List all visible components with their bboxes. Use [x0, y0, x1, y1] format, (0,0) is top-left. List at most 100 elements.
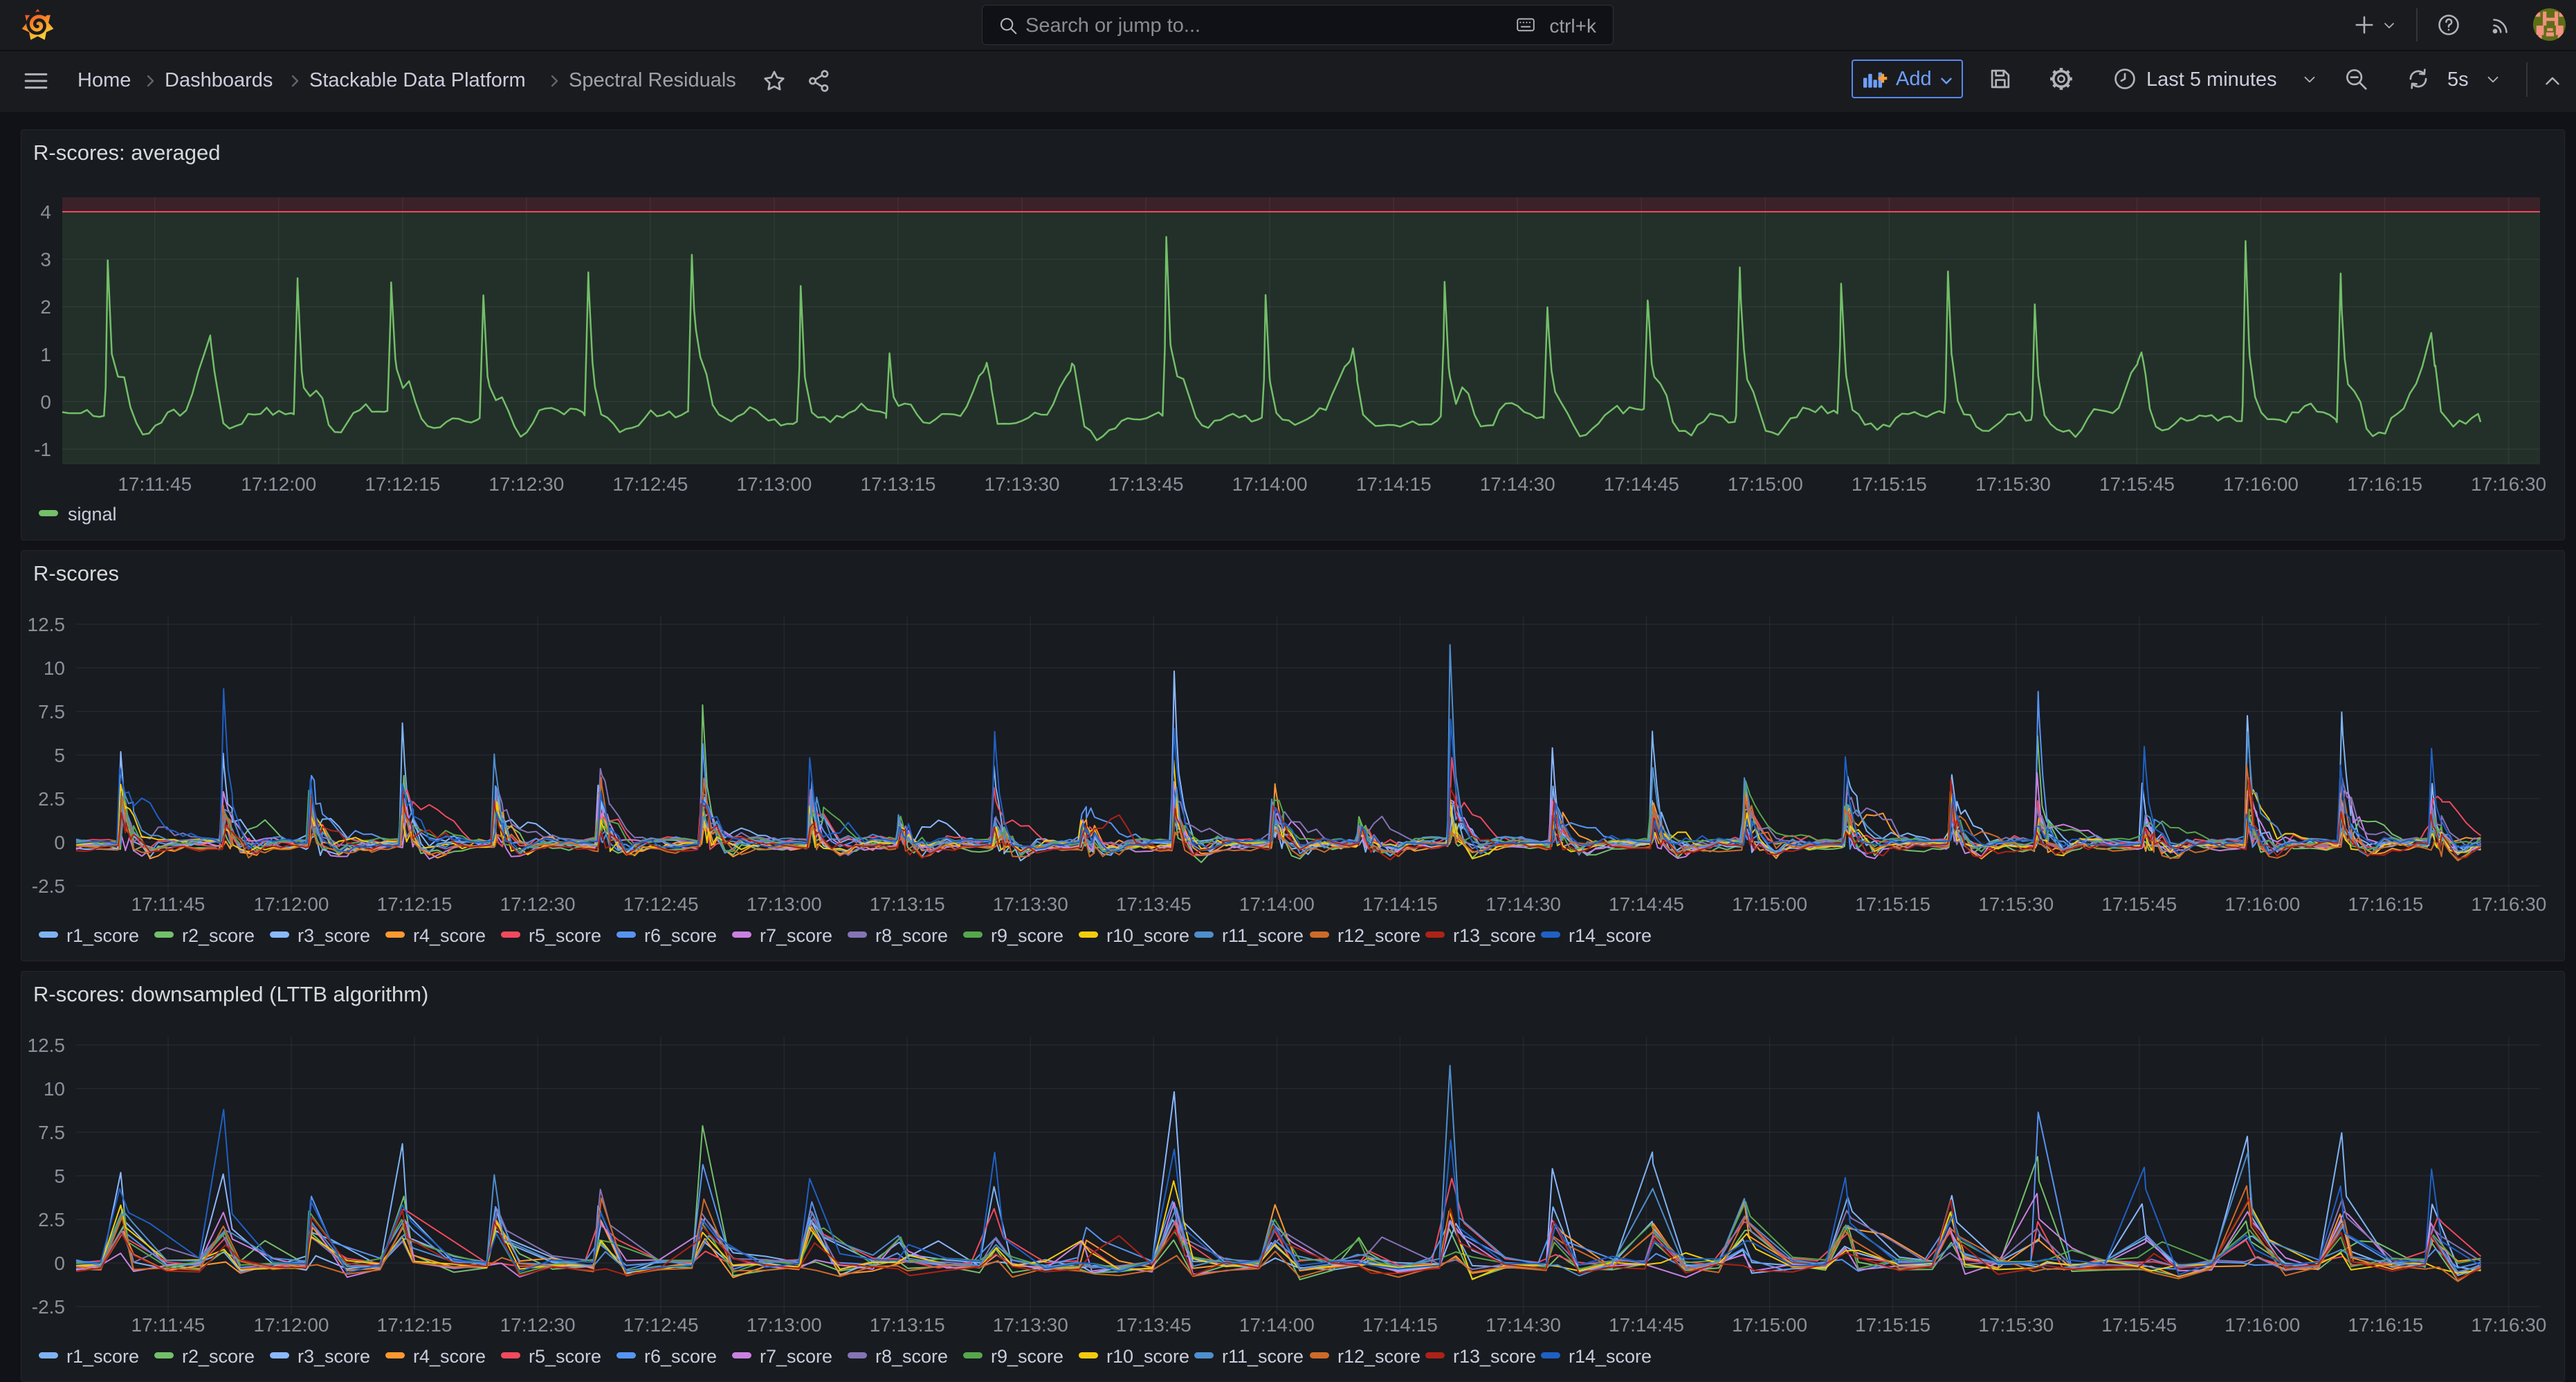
svg-text:r9_score: r9_score: [991, 1346, 1063, 1367]
svg-text:17:14:30: 17:14:30: [1486, 1314, 1561, 1336]
svg-text:5: 5: [54, 745, 65, 766]
svg-text:12.5: 12.5: [28, 1035, 66, 1056]
svg-text:17:15:00: 17:15:00: [1728, 473, 1803, 495]
svg-text:17:12:00: 17:12:00: [254, 1314, 329, 1336]
svg-text:17:13:00: 17:13:00: [736, 473, 812, 495]
svg-text:r11_score: r11_score: [1222, 1346, 1304, 1367]
svg-text:r14_score: r14_score: [1569, 925, 1652, 946]
svg-text:r13_score: r13_score: [1453, 1346, 1536, 1367]
svg-text:R-scores: averaged: R-scores: averaged: [33, 140, 221, 165]
svg-text:r5_score: r5_score: [529, 925, 601, 946]
svg-text:17:14:00: 17:14:00: [1232, 473, 1308, 495]
svg-text:10: 10: [44, 1078, 65, 1100]
svg-text:17:16:30: 17:16:30: [2471, 473, 2546, 495]
svg-text:17:14:30: 17:14:30: [1480, 473, 1555, 495]
svg-text:17:15:45: 17:15:45: [2101, 1314, 2177, 1336]
svg-text:r3_score: r3_score: [298, 925, 370, 946]
svg-text:R-scores: downsampled (LTTB al: R-scores: downsampled (LTTB algorithm): [33, 982, 428, 1006]
svg-text:17:12:00: 17:12:00: [254, 893, 329, 915]
svg-text:17:11:45: 17:11:45: [118, 473, 192, 495]
svg-text:17:14:00: 17:14:00: [1239, 893, 1315, 915]
svg-text:17:13:45: 17:13:45: [1108, 473, 1184, 495]
svg-text:r5_score: r5_score: [529, 1346, 601, 1367]
svg-text:17:16:00: 17:16:00: [2225, 893, 2300, 915]
svg-text:r4_score: r4_score: [413, 925, 486, 946]
svg-text:r10_score: r10_score: [1106, 925, 1189, 946]
svg-text:17:15:15: 17:15:15: [1852, 473, 1927, 495]
svg-text:17:14:15: 17:14:15: [1356, 473, 1432, 495]
svg-text:17:11:45: 17:11:45: [131, 1314, 205, 1336]
svg-text:17:16:15: 17:16:15: [2348, 1314, 2423, 1336]
svg-text:r7_score: r7_score: [760, 925, 832, 946]
svg-text:17:13:30: 17:13:30: [993, 893, 1068, 915]
svg-text:17:16:00: 17:16:00: [2225, 1314, 2300, 1336]
svg-text:r6_score: r6_score: [644, 1346, 717, 1367]
svg-text:r2_score: r2_score: [182, 1346, 255, 1367]
svg-text:17:15:00: 17:15:00: [1732, 1314, 1807, 1336]
svg-text:17:16:30: 17:16:30: [2471, 893, 2546, 915]
svg-text:17:12:15: 17:12:15: [377, 1314, 453, 1336]
svg-text:17:13:30: 17:13:30: [993, 1314, 1068, 1336]
svg-text:r6_score: r6_score: [644, 925, 717, 946]
svg-text:17:14:30: 17:14:30: [1486, 893, 1561, 915]
svg-text:17:12:45: 17:12:45: [623, 893, 699, 915]
svg-text:17:14:15: 17:14:15: [1362, 1314, 1438, 1336]
svg-text:17:15:45: 17:15:45: [2099, 473, 2175, 495]
svg-text:17:14:00: 17:14:00: [1239, 1314, 1315, 1336]
svg-text:R-scores: R-scores: [33, 561, 119, 585]
svg-text:7.5: 7.5: [38, 1122, 65, 1143]
svg-text:2.5: 2.5: [38, 1209, 65, 1230]
svg-text:17:14:45: 17:14:45: [1609, 1314, 1684, 1336]
svg-text:17:15:15: 17:15:15: [1855, 893, 1930, 915]
svg-text:r14_score: r14_score: [1569, 1346, 1652, 1367]
svg-text:0: 0: [40, 391, 51, 412]
svg-text:0: 0: [54, 832, 65, 853]
svg-text:r8_score: r8_score: [875, 925, 948, 946]
svg-text:17:13:45: 17:13:45: [1116, 1314, 1191, 1336]
svg-text:17:13:30: 17:13:30: [985, 473, 1060, 495]
svg-text:2: 2: [40, 296, 51, 318]
svg-text:17:15:30: 17:15:30: [1975, 473, 2051, 495]
svg-text:17:16:30: 17:16:30: [2471, 1314, 2546, 1336]
svg-text:17:13:15: 17:13:15: [870, 1314, 945, 1336]
svg-text:4: 4: [40, 201, 51, 223]
svg-text:5: 5: [54, 1165, 65, 1187]
svg-text:17:13:15: 17:13:15: [861, 473, 936, 495]
svg-text:3: 3: [40, 249, 51, 271]
svg-text:-2.5: -2.5: [32, 875, 65, 897]
svg-text:17:15:45: 17:15:45: [2101, 893, 2177, 915]
svg-text:r1_score: r1_score: [66, 1346, 139, 1367]
svg-text:r13_score: r13_score: [1453, 925, 1536, 946]
svg-text:r9_score: r9_score: [991, 925, 1063, 946]
svg-text:r7_score: r7_score: [760, 1346, 832, 1367]
svg-text:signal: signal: [68, 504, 117, 525]
svg-text:17:16:15: 17:16:15: [2347, 473, 2422, 495]
svg-text:r3_score: r3_score: [298, 1346, 370, 1367]
svg-text:r2_score: r2_score: [182, 925, 255, 946]
svg-text:7.5: 7.5: [38, 701, 65, 722]
svg-text:17:14:45: 17:14:45: [1604, 473, 1679, 495]
svg-text:17:12:45: 17:12:45: [623, 1314, 699, 1336]
svg-text:-2.5: -2.5: [32, 1296, 65, 1318]
svg-text:17:15:15: 17:15:15: [1855, 1314, 1930, 1336]
svg-text:17:15:00: 17:15:00: [1732, 893, 1807, 915]
svg-text:17:11:45: 17:11:45: [131, 893, 205, 915]
svg-text:17:16:00: 17:16:00: [2223, 473, 2299, 495]
svg-text:10: 10: [44, 657, 65, 679]
svg-text:r10_score: r10_score: [1106, 1346, 1189, 1367]
svg-text:17:13:00: 17:13:00: [747, 1314, 822, 1336]
svg-text:17:12:00: 17:12:00: [241, 473, 316, 495]
svg-text:2.5: 2.5: [38, 788, 65, 810]
svg-text:-1: -1: [34, 439, 51, 460]
svg-text:17:12:45: 17:12:45: [612, 473, 688, 495]
svg-text:r11_score: r11_score: [1222, 925, 1304, 946]
svg-text:17:16:15: 17:16:15: [2348, 893, 2423, 915]
svg-text:17:14:15: 17:14:15: [1362, 893, 1438, 915]
svg-text:17:14:45: 17:14:45: [1609, 893, 1684, 915]
svg-text:17:12:15: 17:12:15: [365, 473, 440, 495]
svg-text:17:12:15: 17:12:15: [377, 893, 453, 915]
svg-text:r4_score: r4_score: [413, 1346, 486, 1367]
svg-text:r12_score: r12_score: [1337, 1346, 1421, 1367]
svg-text:17:13:00: 17:13:00: [747, 893, 822, 915]
svg-text:r1_score: r1_score: [66, 925, 139, 946]
